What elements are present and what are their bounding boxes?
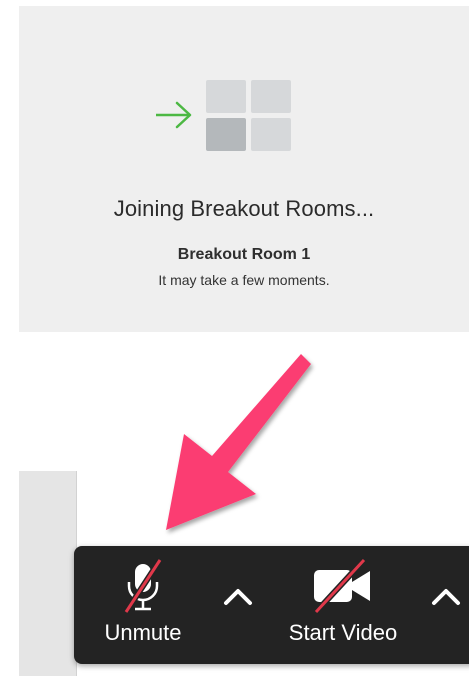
background-window-edge xyxy=(19,471,77,676)
unmute-button[interactable]: Unmute xyxy=(88,546,198,664)
start-video-label: Start Video xyxy=(288,620,398,645)
pink-pointer-arrow xyxy=(166,354,311,530)
breakout-join-dialog: Joining Breakout Rooms... Breakout Room … xyxy=(19,6,469,332)
microphone-muted-icon xyxy=(123,558,163,614)
chevron-up-icon[interactable] xyxy=(218,582,258,612)
dialog-title: Joining Breakout Rooms... xyxy=(113,196,375,221)
breakout-rooms-join-icon xyxy=(156,80,291,151)
room-name: Breakout Room 1 xyxy=(177,246,311,263)
start-video-button[interactable]: Start Video xyxy=(268,546,418,664)
dialog-note: It may take a few moments. xyxy=(158,272,330,288)
unmute-label: Unmute xyxy=(104,620,182,645)
chevron-up-icon[interactable] xyxy=(426,582,466,612)
video-camera-off-icon xyxy=(313,558,370,614)
meeting-toolbar: Unmute Start Video xyxy=(74,546,469,664)
